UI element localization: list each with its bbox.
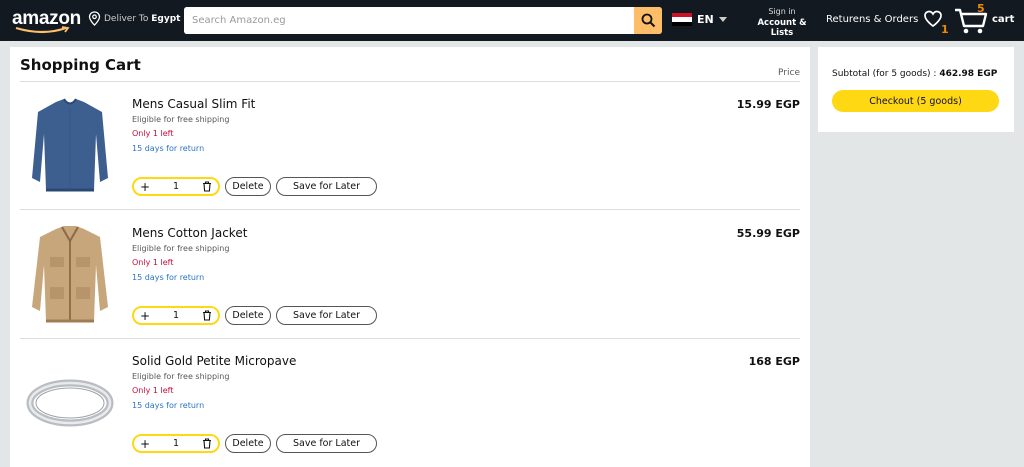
checkout-button[interactable]: Checkout (5 goods) [832, 90, 999, 112]
item-title[interactable]: Solid Gold Petite Micropave [132, 354, 296, 368]
cart-item: Mens Cotton Jacket Eligible for free shi… [20, 211, 800, 339]
trash-icon[interactable] [202, 438, 212, 449]
divider [20, 209, 800, 210]
increase-quantity-button[interactable]: + [140, 437, 150, 451]
language-selector[interactable]: EN [672, 13, 727, 26]
quantity-value: 1 [173, 181, 180, 192]
item-stock: Only 1 left [132, 258, 174, 267]
save-for-later-button[interactable]: Save for Later [276, 434, 377, 453]
save-for-later-button[interactable]: Save for Later [276, 306, 377, 325]
quantity-stepper: + 1 [132, 177, 220, 196]
save-for-later-button[interactable]: Save for Later [276, 177, 377, 196]
delete-button[interactable]: Delete [225, 434, 271, 453]
item-title[interactable]: Mens Cotton Jacket [132, 226, 247, 240]
search-button[interactable] [634, 7, 662, 34]
quantity-stepper: + 1 [132, 306, 220, 325]
chevron-down-icon [718, 17, 727, 22]
item-return-policy[interactable]: 15 days for return [132, 144, 204, 153]
egypt-flag-icon [672, 13, 692, 26]
account-lists-label: Account & Lists [757, 18, 807, 38]
delete-button[interactable]: Delete [225, 306, 271, 325]
subtotal-value: 462.98 EGP [939, 69, 998, 79]
cart-label[interactable]: cart [992, 14, 1014, 25]
subtotal-label: Subtotal (for 5 goods) : [832, 69, 937, 79]
page-title: Shopping Cart [20, 56, 141, 74]
wishlist-count: 1 [941, 23, 949, 36]
delete-button[interactable]: Delete [225, 177, 271, 196]
location-pin-icon [88, 11, 101, 26]
item-price: 168 EGP [748, 355, 800, 368]
wishlist-heart-icon[interactable] [923, 10, 943, 28]
deliver-prefix: Deliver To [104, 13, 149, 24]
product-image-ring[interactable] [26, 351, 114, 453]
trash-icon[interactable] [202, 310, 212, 321]
item-price: 55.99 EGP [736, 227, 800, 240]
quantity-value: 1 [173, 438, 180, 449]
item-shipping: Eligible for free shipping [132, 372, 230, 381]
increase-quantity-button[interactable]: + [140, 309, 150, 323]
item-price: 15.99 EGP [736, 98, 800, 111]
amazon-smile-icon [15, 26, 70, 34]
top-nav-bar: amazon Deliver To Egypt EN [0, 0, 1024, 41]
increase-quantity-button[interactable]: + [140, 180, 150, 194]
account-menu[interactable]: Sign in Account & Lists [750, 7, 814, 38]
product-image-jacket[interactable] [26, 223, 114, 325]
product-image-sweater[interactable] [26, 94, 114, 196]
cart-item: Solid Gold Petite Micropave Eligible for… [20, 339, 800, 467]
item-return-policy[interactable]: 15 days for return [132, 401, 204, 410]
deliver-to[interactable]: Deliver To Egypt [88, 11, 180, 26]
item-shipping: Eligible for free shipping [132, 244, 230, 253]
price-column-header: Price [778, 68, 800, 78]
subtotal-text: Subtotal (for 5 goods) : 462.98 EGP [832, 69, 997, 79]
trash-icon[interactable] [202, 181, 212, 192]
item-stock: Only 1 left [132, 129, 174, 138]
returns-orders-link[interactable]: Returens & Orders [826, 14, 918, 25]
item-shipping: Eligible for free shipping [132, 115, 230, 124]
cart-item: Mens Casual Slim Fit Eligible for free s… [20, 82, 800, 210]
deliver-location: Egypt [151, 13, 181, 24]
language-label: EN [697, 13, 714, 26]
subtotal-panel: Subtotal (for 5 goods) : 462.98 EGP Chec… [818, 47, 1014, 132]
quantity-value: 1 [173, 310, 180, 321]
cart-panel: Shopping Cart Price Mens Casual Slim Fit… [10, 47, 810, 467]
item-return-policy[interactable]: 15 days for return [132, 273, 204, 282]
item-title[interactable]: Mens Casual Slim Fit [132, 97, 255, 111]
item-stock: Only 1 left [132, 386, 174, 395]
search-bar [184, 7, 662, 34]
cart-count-badge: 5 [977, 2, 985, 15]
search-input[interactable] [184, 7, 634, 34]
quantity-stepper: + 1 [132, 434, 220, 453]
search-icon [641, 13, 655, 28]
signin-label: Sign in [768, 7, 796, 16]
